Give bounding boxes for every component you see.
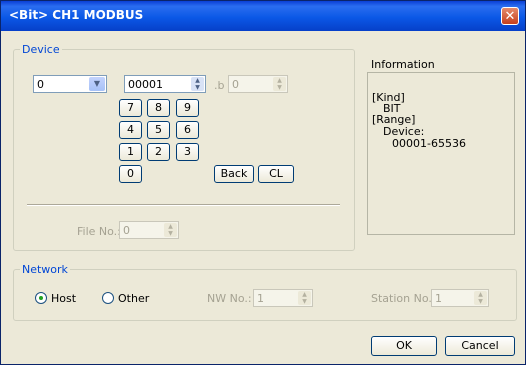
bit-number-value: 0 [232,78,239,91]
clear-button[interactable]: CL [258,165,294,183]
key-8-button[interactable]: 8 [147,99,170,117]
ok-button[interactable]: OK [371,336,437,356]
device-type-select[interactable]: 0 ▼ [33,75,107,93]
nw-no-input[interactable]: 1 ▲ ▼ [253,289,313,307]
key-0-button[interactable]: 0 [119,165,142,183]
host-radio-label[interactable]: Host [51,292,76,305]
window-title: <Bit> CH1 MODBUS [9,8,144,22]
key-2-button[interactable]: 2 [147,143,170,161]
station-no-value: 1 [435,292,442,305]
info-device-range: 00001-65536 [392,137,466,150]
key-6-button[interactable]: 6 [176,121,199,139]
radio-selected-dot [39,296,43,300]
title-bar: <Bit> CH1 MODBUS ✕ [1,1,525,31]
other-radio-label[interactable]: Other [118,292,149,305]
device-group-label: Device [22,43,60,56]
device-address-input[interactable]: 00001 ▲ ▼ [124,75,206,93]
device-type-value: 0 [37,78,44,91]
dialog-window: <Bit> CH1 MODBUS ✕ Device 0 ▼ 00001 ▲ ▼ .… [0,0,526,365]
key-1-button[interactable]: 1 [119,143,142,161]
key-4-button[interactable]: 4 [119,121,142,139]
station-no-label: Station No.: [371,292,436,305]
information-panel: [Kind] BIT [Range] Device: 00001-65536 [367,72,515,235]
nw-no-value: 1 [257,292,264,305]
bit-number-input[interactable]: 0 ▲ ▼ [228,75,288,93]
back-button[interactable]: Back [214,165,254,183]
key-3-button[interactable]: 3 [176,143,199,161]
file-no-label: File No.: [77,225,121,238]
cancel-button[interactable]: Cancel [445,336,515,356]
file-no-spinner-icon[interactable]: ▲ ▼ [164,223,177,237]
information-label: Information [371,58,435,71]
bit-separator-label: .b [214,79,225,92]
nw-no-spinner-icon[interactable]: ▲ ▼ [298,291,311,305]
host-radio[interactable] [35,292,47,304]
close-icon[interactable]: ✕ [501,7,519,25]
other-radio[interactable] [102,292,114,304]
address-spinner-icon[interactable]: ▲ ▼ [191,77,204,91]
file-no-input[interactable]: 0 ▲ ▼ [119,221,179,239]
bit-spinner-icon[interactable]: ▲ ▼ [273,77,286,91]
key-9-button[interactable]: 9 [176,99,199,117]
nw-no-label: NW No.: [207,292,252,305]
station-no-spinner-icon[interactable]: ▲ ▼ [474,291,487,305]
device-divider [27,204,340,206]
chevron-down-icon[interactable]: ▼ [89,77,105,91]
network-group-label: Network [22,263,68,276]
key-5-button[interactable]: 5 [147,121,170,139]
file-no-value: 0 [123,224,130,237]
key-7-button[interactable]: 7 [119,99,142,117]
station-no-input[interactable]: 1 ▲ ▼ [431,289,489,307]
device-address-value: 00001 [128,78,163,91]
